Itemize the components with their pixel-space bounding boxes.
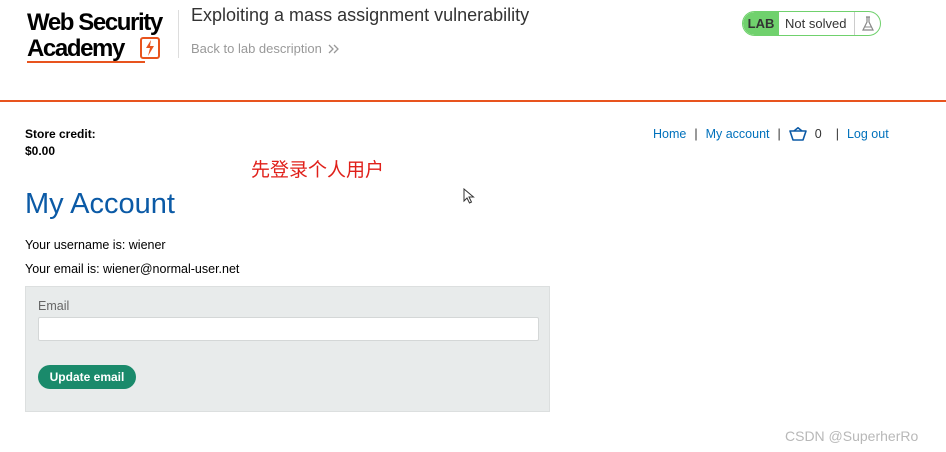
nav-home-link[interactable]: Home — [653, 127, 686, 141]
nav-my-account-link[interactable]: My account — [706, 127, 770, 141]
logo-underline — [27, 61, 145, 63]
logo-text-line1: Web Security — [27, 9, 163, 36]
annotation-text: 先登录个人用户 — [251, 160, 385, 181]
top-nav: Home | My account | 0 | Log out — [653, 126, 889, 142]
update-email-form: Email Update email — [25, 286, 550, 412]
academy-logo[interactable]: Web Security Academy — [27, 9, 177, 65]
header-divider — [178, 10, 179, 58]
watermark: CSDN @SuperherRo — [785, 428, 919, 444]
logo-bolt-icon — [140, 37, 160, 59]
lab-status-widget: LAB Not solved — [742, 11, 881, 36]
email-field[interactable] — [38, 317, 539, 341]
mouse-cursor-icon — [463, 188, 475, 204]
cart-icon — [788, 126, 807, 141]
back-to-lab-description-link[interactable]: Back to lab description — [191, 41, 340, 56]
page-title: My Account — [25, 188, 175, 220]
logo-text-line2: Academy — [27, 35, 125, 62]
nav-separator: | — [777, 127, 781, 141]
cart-link[interactable]: 0 — [788, 126, 822, 142]
username-line: Your username is: wiener — [25, 238, 166, 252]
lab-badge: LAB — [743, 12, 779, 35]
double-chevron-right-icon — [328, 44, 340, 54]
nav-separator: | — [694, 127, 698, 141]
nav-separator: | — [835, 127, 839, 141]
email-line: Your email is: wiener@normal-user.net — [25, 262, 240, 276]
cart-count: 0 — [814, 127, 822, 141]
nav-log-out-link[interactable]: Log out — [847, 127, 889, 141]
lab-title: Exploiting a mass assignment vulnerabili… — [191, 5, 530, 25]
lab-status-text: Not solved — [785, 16, 847, 31]
store-credit-value: $0.00 — [25, 144, 56, 158]
update-email-button[interactable]: Update email — [38, 365, 136, 389]
flask-icon — [854, 12, 880, 35]
store-credit-label: Store credit: — [25, 127, 96, 141]
header-rule — [0, 100, 946, 102]
back-link-label: Back to lab description — [191, 41, 322, 56]
email-field-label: Email — [38, 299, 70, 313]
